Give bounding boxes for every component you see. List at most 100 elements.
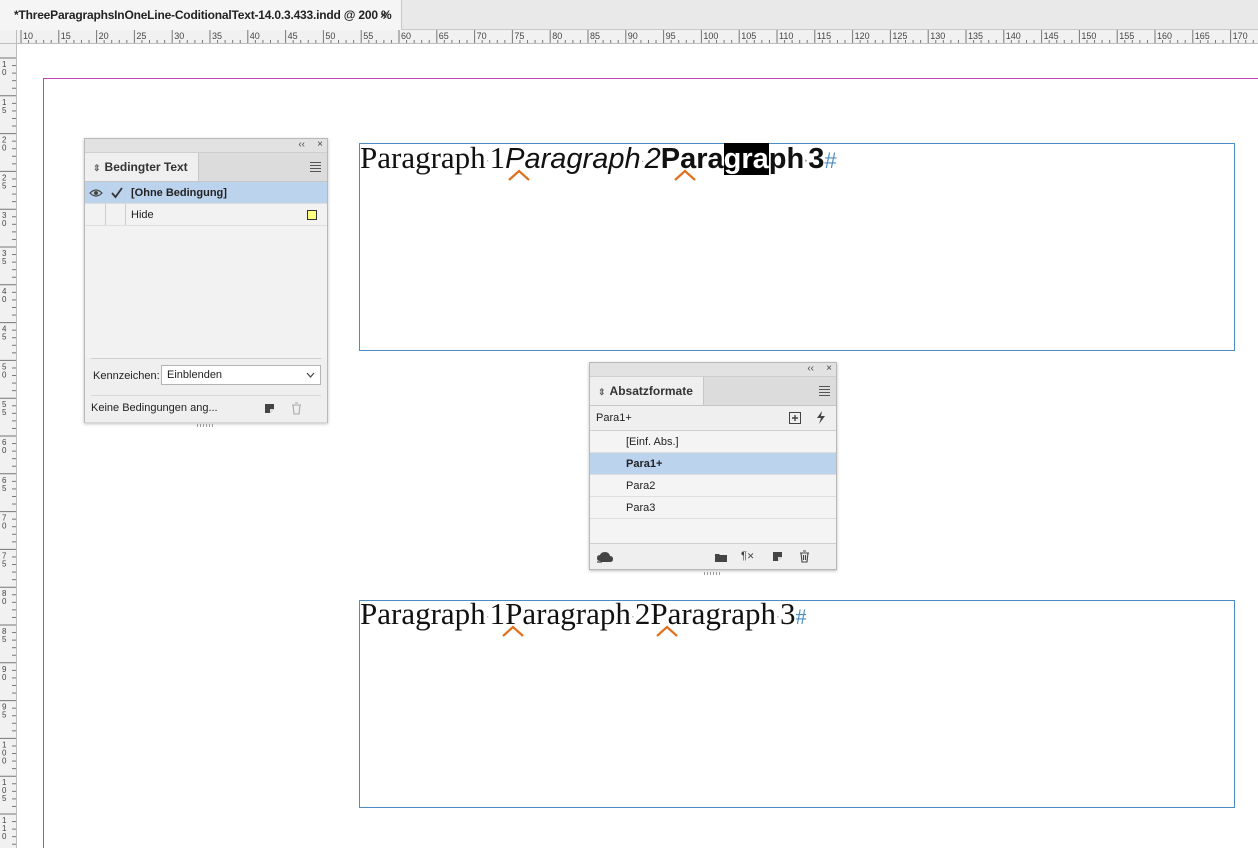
tab-expand-icon[interactable]: ⇕ bbox=[598, 387, 606, 397]
style-row-basic-paragraph[interactable]: [Einf. Abs.] bbox=[590, 431, 836, 453]
style-label: [Einf. Abs.] bbox=[626, 436, 679, 448]
ruler-label: 15 bbox=[61, 31, 71, 41]
document-tab[interactable]: *ThreeParagraphsInOneLine-CoditionalText… bbox=[0, 0, 402, 30]
paragraph-1-word: Paragraph bbox=[360, 140, 486, 175]
ruler-label: 20 bbox=[99, 31, 109, 41]
tab-paragraph-styles[interactable]: ⇕ Absatzformate bbox=[590, 377, 704, 405]
panel-menu-icon[interactable] bbox=[310, 162, 321, 174]
panel-resize-grip[interactable] bbox=[85, 422, 327, 429]
ruler-label: 0 bbox=[2, 370, 7, 379]
footer-status-text: Keine Bedingungen ang... bbox=[91, 402, 218, 414]
page-margin-left bbox=[43, 79, 44, 848]
document-tab-title: *ThreeParagraphsInOneLine-CoditionalText… bbox=[14, 8, 392, 22]
ruler-label: 45 bbox=[288, 31, 298, 41]
panel-title-bar[interactable]: ‹‹ × bbox=[85, 139, 327, 153]
tab-conditional-text[interactable]: ⇕ Bedingter Text bbox=[85, 153, 199, 181]
text-selection: gra bbox=[723, 143, 769, 175]
ruler-label: 135 bbox=[968, 31, 983, 41]
paragraph-break-caret-icon bbox=[502, 625, 524, 637]
ruler-label: 5 bbox=[2, 333, 7, 342]
ruler-label: 10 bbox=[23, 31, 33, 41]
tab-label: Bedingter Text bbox=[104, 160, 188, 174]
paragraph-2-word: Paragraph bbox=[505, 596, 631, 631]
panel-footer: Keine Bedingungen ang... bbox=[85, 396, 327, 422]
condition-label: [Ohne Bedingung] bbox=[131, 187, 227, 199]
text-frame-top[interactable]: Paragraph·1Paragraph·2Paragraph·3# bbox=[359, 140, 1235, 351]
trash-icon[interactable] bbox=[799, 550, 810, 563]
ruler-label: 170 bbox=[1233, 31, 1248, 41]
document-tab-bar: *ThreeParagraphsInOneLine-CoditionalText… bbox=[0, 0, 1258, 30]
condition-row-unconditioned[interactable]: [Ohne Bedingung] bbox=[85, 182, 327, 204]
ruler-label: 75 bbox=[514, 31, 524, 41]
ruler-label: 165 bbox=[1195, 31, 1210, 41]
trash-icon[interactable] bbox=[291, 402, 302, 415]
style-row-para2[interactable]: Para2 bbox=[590, 475, 836, 497]
indicator-select[interactable]: Einblenden bbox=[161, 365, 321, 385]
style-row-para1[interactable]: Para1+ bbox=[590, 453, 836, 475]
indicator-label: Kennzeichen: bbox=[93, 370, 160, 382]
style-row-para3[interactable]: Para3 bbox=[590, 497, 836, 519]
ruler-label: 0 bbox=[2, 295, 7, 304]
close-tab-icon[interactable]: × bbox=[380, 0, 387, 30]
indicator-row: Kennzeichen: Einblenden bbox=[91, 358, 321, 396]
ruler-label: 110 bbox=[779, 31, 793, 41]
condition-row-hide[interactable]: Hide bbox=[85, 204, 327, 226]
current-style-label: Para1+ bbox=[596, 412, 632, 424]
paragraph-2-number: 2 bbox=[634, 596, 651, 631]
visibility-eye-icon[interactable] bbox=[89, 182, 105, 206]
panel-menu-icon[interactable] bbox=[819, 386, 830, 398]
end-of-story-marker: # bbox=[824, 148, 837, 173]
lightning-bolt-icon[interactable] bbox=[816, 410, 826, 425]
ruler-label: 50 bbox=[325, 31, 335, 41]
collapse-panel-icon[interactable]: ‹‹ bbox=[298, 139, 305, 151]
close-panel-icon[interactable]: × bbox=[317, 139, 323, 151]
folder-icon[interactable] bbox=[714, 552, 728, 563]
ruler-label: 120 bbox=[855, 31, 870, 41]
cc-library-icon[interactable] bbox=[596, 551, 614, 563]
panel-header: ⇕ Bedingter Text bbox=[85, 153, 327, 182]
paragraph-break-caret-icon bbox=[656, 625, 678, 637]
style-label: Para1+ bbox=[626, 458, 663, 470]
ruler-label: 145 bbox=[1044, 31, 1059, 41]
tab-expand-icon[interactable]: ⇕ bbox=[93, 163, 101, 173]
ruler-label: 100 bbox=[703, 31, 718, 41]
panel-resize-grip[interactable] bbox=[590, 570, 836, 577]
ruler-label: 5 bbox=[2, 484, 7, 493]
ruler-label: 5 bbox=[2, 408, 7, 417]
condition-label: Hide bbox=[131, 209, 154, 221]
ruler-label: 40 bbox=[250, 31, 260, 41]
current-style-row: Para1+ bbox=[590, 406, 836, 431]
vertical-ruler[interactable]: 1015202530354045505560657075808590951001… bbox=[0, 44, 17, 848]
panel-title-bar[interactable]: ‹‹ × bbox=[590, 363, 836, 377]
collapse-panel-icon[interactable]: ‹‹ bbox=[807, 363, 814, 375]
paragraph-styles-panel: ‹‹ × ⇕ Absatzformate Para1+ [Einf. Abs.] … bbox=[589, 362, 837, 575]
chevron-down-icon bbox=[306, 372, 315, 378]
ruler-label: 0 bbox=[2, 673, 7, 682]
create-style-from-selection-icon[interactable] bbox=[788, 411, 802, 425]
ruler-label: 5 bbox=[2, 711, 7, 720]
ruler-label: 0 bbox=[2, 522, 7, 531]
conditional-text-panel: ‹‹ × ⇕ Bedingter Text [Ohne Bedingung] Hi… bbox=[84, 138, 328, 427]
text-line-bottom: Paragraph·1Paragraph·2Paragraph·3# bbox=[360, 596, 807, 632]
ruler-label: 0 bbox=[2, 68, 7, 77]
ruler-label: 35 bbox=[212, 31, 222, 41]
ruler-label: 5 bbox=[2, 635, 7, 644]
ruler-label: 5 bbox=[2, 181, 7, 190]
clear-overrides-icon[interactable]: ¶✕ bbox=[741, 550, 754, 562]
ruler-label: 0 bbox=[2, 144, 7, 153]
close-panel-icon[interactable]: × bbox=[826, 363, 832, 375]
ruler-label: 0 bbox=[2, 446, 7, 455]
ruler-label: 130 bbox=[930, 31, 945, 41]
new-style-icon[interactable] bbox=[772, 551, 783, 562]
ruler-label: 0 bbox=[2, 832, 7, 841]
paragraph-3-number: 3 bbox=[780, 596, 796, 631]
ruler-label: 5 bbox=[2, 559, 7, 568]
ruler-origin[interactable] bbox=[0, 30, 17, 44]
ruler-label: 5 bbox=[2, 794, 7, 803]
ruler-label: 70 bbox=[477, 31, 487, 41]
text-frame-bottom[interactable]: Paragraph·1Paragraph·2Paragraph·3# bbox=[359, 596, 1235, 808]
page-margin-top bbox=[43, 78, 1258, 79]
horizontal-ruler[interactable]: 10 15 20 25 30 35 40 45 50 55 60 65 70 75 80 85 90 95 100 1… bbox=[17, 30, 1258, 44]
ruler-label: 55 bbox=[363, 31, 373, 41]
new-condition-icon[interactable] bbox=[264, 403, 275, 414]
